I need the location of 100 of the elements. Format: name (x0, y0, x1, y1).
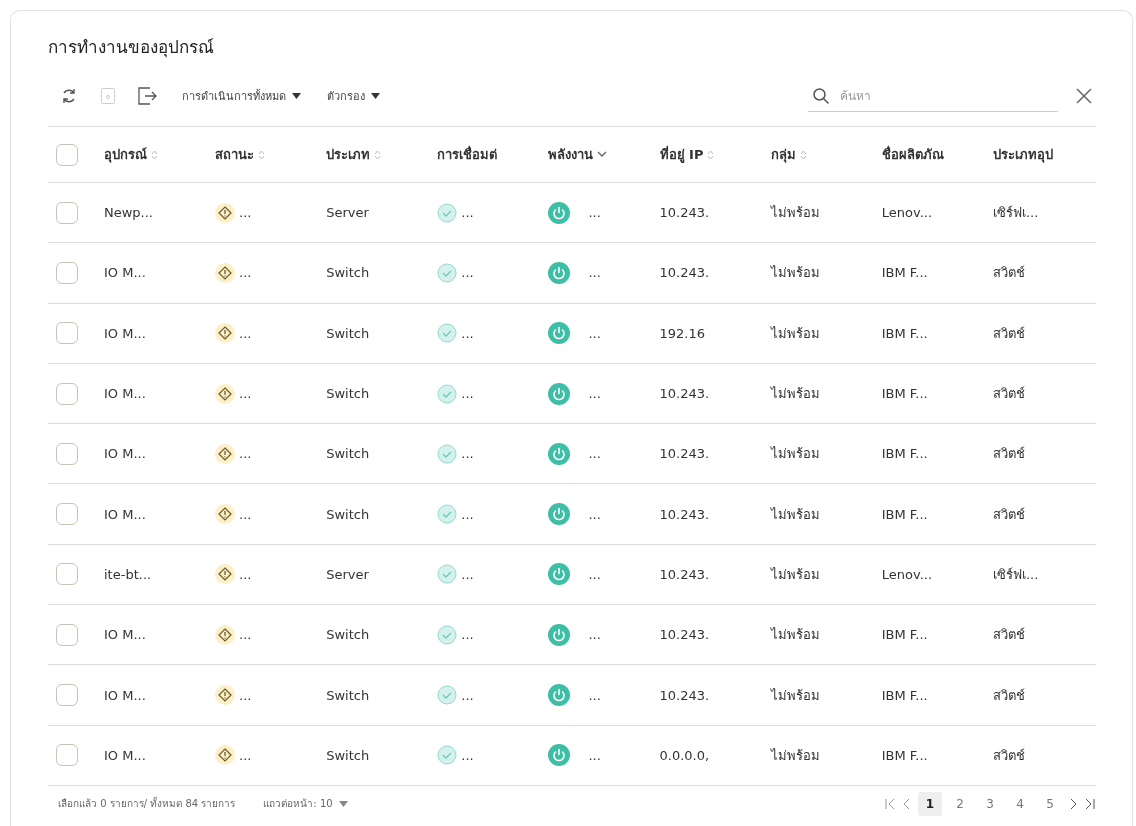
column-header[interactable]: ที่อยู่ IP (659, 144, 704, 165)
column-header[interactable]: พลังงาน (548, 144, 594, 165)
table-cell-text: เซิร์ฟเ... (992, 565, 1039, 584)
sort-icon[interactable] (258, 148, 266, 161)
table-cell: Lenov... (881, 566, 933, 582)
table-cell: 10.243. (659, 627, 710, 643)
row-checkbox[interactable] (56, 261, 78, 284)
sort-icon[interactable] (707, 148, 715, 161)
caret-icon (338, 800, 348, 807)
table-cell: ... (239, 446, 252, 462)
table-cell: IO M... (104, 446, 146, 462)
table-cell: Switch (326, 687, 370, 703)
table-cell: Switch (326, 506, 370, 522)
row-checkbox[interactable] (56, 503, 78, 526)
column-header[interactable]: ประเภทอุป (992, 144, 1053, 165)
column-header[interactable]: ชื่อผลิตภัณ (881, 144, 944, 165)
table-cell: ... (588, 747, 601, 763)
table-cell: ... (239, 265, 252, 281)
table-cell: ... (461, 687, 474, 703)
table-cell: ... (239, 386, 252, 402)
table-cell: IBM F... (881, 265, 928, 281)
table-cell: ... (239, 205, 252, 221)
table-cell: ... (588, 506, 601, 522)
row-checkbox[interactable] (56, 201, 78, 224)
row-checkbox[interactable] (56, 322, 78, 345)
search-icon (812, 86, 830, 105)
table-cell: ... (588, 566, 601, 582)
sort-icon[interactable] (799, 148, 807, 161)
table-cell: IBM F... (881, 386, 928, 402)
table-cell: Switch (326, 747, 370, 763)
page-button[interactable]: 1 (918, 791, 942, 816)
page-button[interactable]: 2 (948, 791, 972, 816)
table-cell-text: ไม่พร้อม (770, 746, 820, 765)
sort-down-icon[interactable] (597, 151, 608, 158)
table-cell: ... (239, 627, 252, 643)
table-cell: IO M... (104, 687, 146, 703)
column-header[interactable]: อุปกรณ์ (104, 144, 147, 165)
table-cell-text: เซิร์ฟเ... (992, 204, 1039, 223)
table-cell-text: ไม่พร้อม (770, 626, 820, 645)
table-cell: IBM F... (881, 506, 928, 522)
table-cell: Switch (326, 386, 370, 402)
table-cell-text: ไม่พร้อม (770, 445, 820, 464)
table-cell-text: ไม่พร้อม (770, 385, 820, 404)
page-button[interactable]: 3 (978, 791, 1002, 816)
table-cell: IO M... (104, 325, 146, 341)
table-cell-text: สวิตช์ (992, 385, 1025, 404)
next-page-icon[interactable] (1068, 797, 1078, 810)
column-header[interactable]: การเชื่อมต่ (437, 144, 498, 165)
table-cell: ... (461, 566, 474, 582)
table-cell: IO M... (104, 506, 146, 522)
table-cell: Server (326, 566, 369, 582)
table-cell: Switch (326, 446, 370, 462)
table-cell: Newp... (104, 205, 153, 221)
table-cell: ... (461, 506, 474, 522)
sort-icon[interactable] (151, 148, 158, 161)
table-cell: 0.0.0.0, (659, 747, 710, 763)
table-cell: ... (588, 627, 601, 643)
page-button[interactable]: 4 (1008, 791, 1032, 816)
column-header[interactable]: ประเภท (326, 144, 371, 165)
table-cell: ... (239, 687, 252, 703)
actions-dropdown[interactable]: การดำเนินการทั้งหมด (176, 83, 307, 109)
table-cell: ... (461, 627, 474, 643)
filter-dropdown[interactable]: ตัวกรอง (321, 83, 386, 109)
table-cell-text: สวิตช์ (992, 324, 1025, 343)
table-cell: ... (461, 747, 474, 763)
table-cell: ... (461, 446, 474, 462)
table-cell: 10.243. (659, 446, 710, 462)
table-cell: 10.243. (659, 506, 710, 522)
table-cell-text: ไม่พร้อม (770, 565, 820, 584)
column-header[interactable]: สถานะ (215, 144, 255, 165)
table-cell: IO M... (104, 386, 146, 402)
row-checkbox[interactable] (56, 623, 78, 646)
table-cell: ... (239, 566, 252, 582)
table-cell: ... (239, 325, 252, 341)
table-cell: 10.243. (659, 205, 710, 221)
select-all-checkbox[interactable] (56, 143, 78, 166)
sort-icon[interactable] (374, 148, 382, 161)
selection-summary: เลือกแล้ว 0 รายการ/ ทั้งหมด 84 รายการ (58, 796, 236, 812)
column-header[interactable]: กลุ่ม (770, 144, 796, 165)
table-cell-text: ไม่พร้อม (770, 505, 820, 524)
row-checkbox[interactable] (56, 382, 78, 405)
table-cell-text: สวิตช์ (992, 445, 1025, 464)
table-cell: 10.243. (659, 265, 710, 281)
table-cell: ... (588, 386, 601, 402)
table-cell-text: ไม่พร้อม (770, 686, 820, 705)
table-cell: ... (461, 325, 474, 341)
page-button[interactable]: 5 (1038, 791, 1062, 816)
panel-title: การทำงานของอุปกรณ์ (48, 36, 215, 60)
previous-page-icon[interactable] (902, 797, 912, 810)
rows-per-page-dropdown[interactable]: แถวต่อหน้า: 10 (257, 792, 354, 816)
first-page-icon[interactable] (884, 797, 896, 810)
table-cell-text: สวิตช์ (992, 505, 1025, 524)
table-cell: ... (461, 386, 474, 402)
row-checkbox[interactable] (56, 684, 78, 706)
row-checkbox[interactable] (56, 442, 78, 465)
row-checkbox[interactable] (56, 563, 78, 586)
table-cell: ... (588, 687, 601, 703)
last-page-icon[interactable] (1084, 797, 1096, 810)
table-cell: IBM F... (881, 747, 928, 763)
row-checkbox[interactable] (56, 744, 78, 767)
